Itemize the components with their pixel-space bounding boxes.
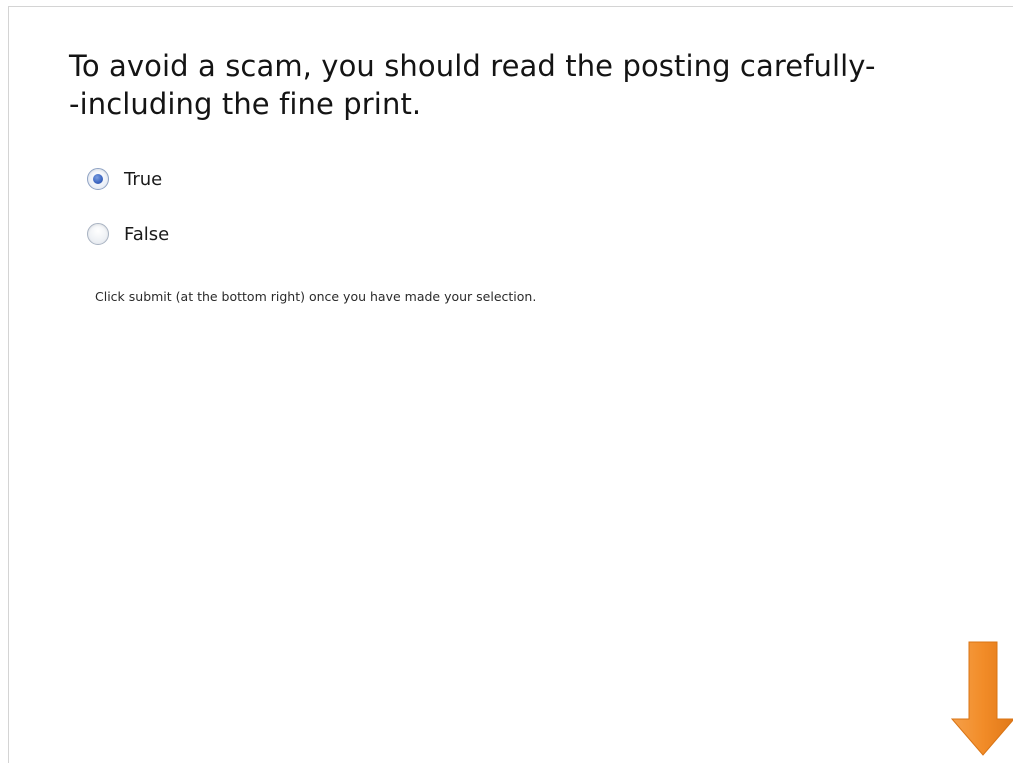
option-false[interactable]: False — [87, 220, 169, 248]
instruction-text: Click submit (at the bottom right) once … — [95, 289, 537, 304]
answer-options: True False — [87, 165, 169, 275]
radio-true[interactable] — [87, 168, 109, 190]
radio-selected-dot — [93, 174, 103, 184]
option-true-label[interactable]: True — [124, 169, 162, 190]
radio-false[interactable] — [87, 223, 109, 245]
option-true[interactable]: True — [87, 165, 169, 193]
arrow-down-icon — [950, 641, 1013, 756]
quiz-slide: To avoid a scam, you should read the pos… — [8, 6, 1013, 763]
option-false-label[interactable]: False — [124, 224, 169, 245]
question-text: To avoid a scam, you should read the pos… — [69, 49, 876, 121]
